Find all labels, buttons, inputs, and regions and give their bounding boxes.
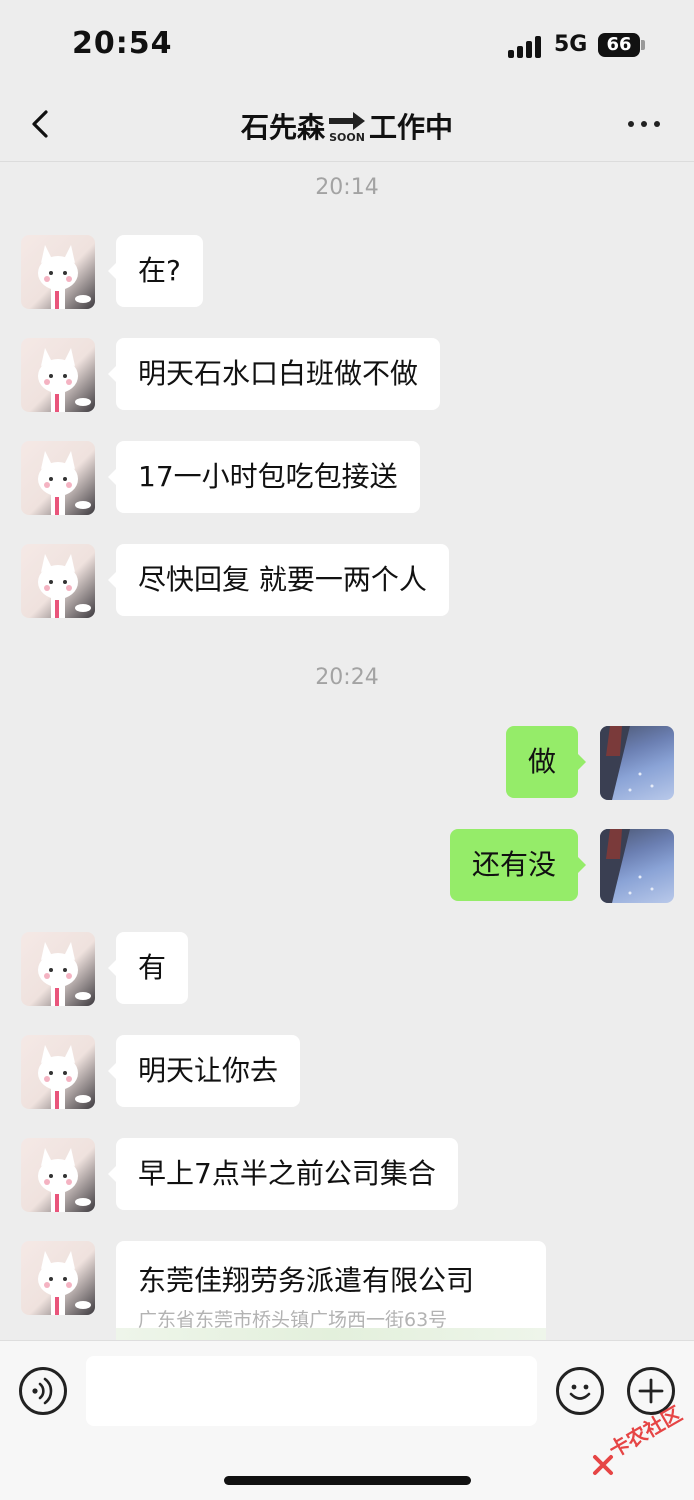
cat-avatar-icon — [38, 245, 91, 309]
home-indicator[interactable] — [224, 1476, 471, 1485]
location-message[interactable]: 东莞佳翔劳务派遣有限公司 广东省东莞市桥头镇广场西一街63号 — [116, 1241, 546, 1340]
snow-photo-avatar-icon — [600, 829, 654, 903]
message-input[interactable] — [86, 1356, 537, 1426]
status-bar: 20:54 5G 66 — [0, 0, 694, 90]
title-suffix: 工作中 — [369, 111, 454, 144]
emoji-icon — [569, 1384, 591, 1400]
cat-avatar-icon — [38, 1148, 91, 1212]
my-avatar[interactable] — [600, 829, 674, 903]
outgoing-message[interactable]: 做 — [505, 726, 587, 798]
cat-avatar-icon — [38, 451, 91, 515]
emoji-button[interactable] — [556, 1367, 604, 1415]
soon-label: SOON — [329, 131, 365, 143]
incoming-message[interactable]: 明天让你去 — [107, 1035, 301, 1107]
cat-avatar-icon — [38, 554, 91, 618]
timestamp: 20:24 — [315, 665, 379, 690]
outgoing-message[interactable]: 还有没 — [449, 829, 587, 901]
battery-cap — [641, 40, 645, 50]
location-name: 东莞佳翔劳务派遣有限公司 — [138, 1264, 475, 1297]
incoming-message[interactable]: 明天石水口白班做不做 — [107, 338, 441, 410]
soon-arrow-emoji: SOON — [327, 109, 367, 150]
contact-avatar[interactable] — [21, 235, 95, 309]
watermark: 卡农社区 — [592, 1401, 692, 1478]
signal-icon — [508, 36, 544, 58]
incoming-message[interactable]: 尽快回复 就要一两个人 — [108, 544, 449, 616]
battery-icon: 66 — [598, 33, 640, 57]
contact-avatar[interactable] — [21, 441, 95, 515]
watermark-logo-icon — [593, 1455, 613, 1475]
contact-avatar[interactable] — [21, 338, 95, 412]
cat-avatar-icon — [38, 348, 91, 412]
chat-header: 石先森 SOON 工作中 — [0, 90, 694, 162]
message-list[interactable]: 20:14 在? 明天石水口白班做不做 17一小时包吃包接送 尽快回复 就要一两… — [0, 163, 694, 1340]
chat-title: 石先森 SOON 工作中 — [0, 106, 694, 150]
snow-photo-avatar-icon — [600, 726, 654, 800]
voice-button[interactable] — [19, 1367, 67, 1415]
incoming-message[interactable]: 17一小时包吃包接送 — [108, 441, 420, 513]
location-map-preview — [116, 1328, 546, 1340]
network-label: 5G — [554, 32, 588, 57]
cat-avatar-icon — [38, 942, 91, 1006]
incoming-message[interactable]: 在? — [108, 235, 203, 307]
incoming-message[interactable]: 早上7点半之前公司集合 — [108, 1138, 458, 1210]
contact-avatar[interactable] — [21, 932, 95, 1006]
incoming-message[interactable]: 有 — [107, 932, 189, 1004]
contact-avatar[interactable] — [21, 1035, 95, 1109]
voice-icon — [32, 1377, 53, 1405]
contact-avatar[interactable] — [21, 1138, 95, 1212]
cat-avatar-icon — [38, 1045, 91, 1109]
contact-avatar[interactable] — [21, 1241, 95, 1315]
contact-avatar[interactable] — [21, 544, 95, 618]
my-avatar[interactable] — [600, 726, 674, 800]
timestamp: 20:14 — [315, 175, 379, 200]
more-button[interactable] — [624, 112, 664, 132]
cat-avatar-icon — [38, 1251, 91, 1315]
status-time: 20:54 — [72, 26, 173, 61]
title-prefix: 石先森 — [240, 111, 325, 144]
